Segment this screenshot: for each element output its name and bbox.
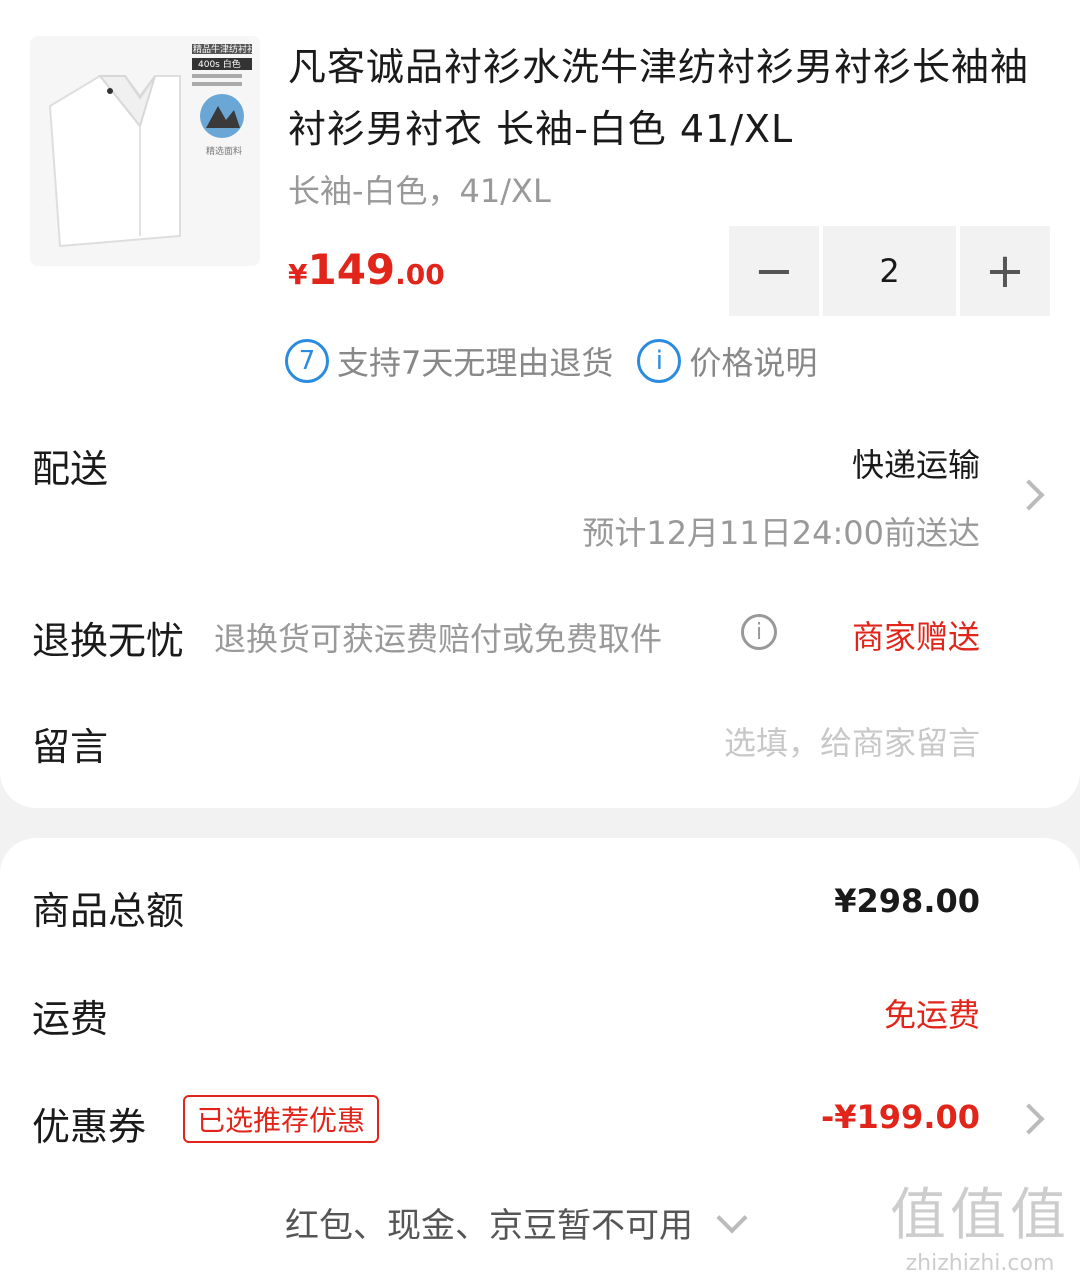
return-insurance-label: 退换无忧 [32,619,185,663]
decrease-button[interactable]: − [729,226,819,316]
watermark: 值值值 zhizhizhi.com [890,1170,1070,1276]
info-icon: i [637,339,682,383]
quantity-stepper: − 2 + [729,226,1050,316]
coupon-value[interactable]: -¥199.00 [821,1098,980,1136]
coupon-label: 优惠券 [32,1105,147,1149]
return-insurance-status: 商家赠送 [851,618,980,656]
price-currency: ¥ [288,258,308,291]
message-label: 留言 [32,725,109,769]
product-title[interactable]: 凡客诚品衬衫水洗牛津纺衬衫男衬衫长袖袖衬衫男衬衣 长袖-白色 41/XL [288,36,1058,160]
image-label-1: 精品牛津纺衬衫 [193,45,257,55]
product-price: ¥149.00 [288,245,445,294]
increase-button[interactable]: + [960,226,1050,316]
goods-total-label: 商品总额 [32,889,185,933]
product-image[interactable]: 精品牛津纺衬衫 400s 白色 精选面料 [30,36,260,266]
price-explanation-link[interactable]: 价格说明 [689,338,817,384]
seven-day-return-icon: 7 [285,339,329,383]
message-input[interactable]: 选填，给商家留言 [724,718,980,764]
delivery-method[interactable]: 快递运输 [852,440,980,486]
price-integer: 149 [307,245,396,294]
delivery-eta[interactable]: 预计12月11日24:00前送达 [582,508,980,554]
unavailable-benefits-text: 红包、现金、京豆暂不可用 [285,1206,693,1246]
image-label-2: 400s 白色 [198,60,241,70]
shipping-label: 运费 [32,997,109,1041]
shipping-value: 免运费 [883,996,980,1034]
watermark-logo: 值值值 [890,1183,1070,1248]
unavailable-benefits[interactable]: 红包、现金、京豆暂不可用 [285,1198,748,1247]
product-spec[interactable]: 长袖-白色，41/XL [288,166,551,212]
info-icon[interactable]: i [741,614,777,650]
seven-day-return-text[interactable]: 支持7天无理由退货 [337,338,613,384]
quantity-input[interactable]: 2 [823,226,956,316]
price-decimal: .00 [395,258,445,291]
image-label-3: 精选面料 [206,147,243,157]
return-insurance-desc: 退换货可获运费赔付或免费取件 [214,620,663,658]
watermark-url: zhizhizhi.com [905,1251,1055,1276]
chevron-down-icon [716,1201,748,1234]
service-badges: 7 支持7天无理由退货 i 价格说明 [285,338,817,384]
coupon-tag: 已选推荐优惠 [183,1095,380,1143]
goods-total-value: ¥298.00 [834,882,980,920]
delivery-label: 配送 [32,447,109,491]
